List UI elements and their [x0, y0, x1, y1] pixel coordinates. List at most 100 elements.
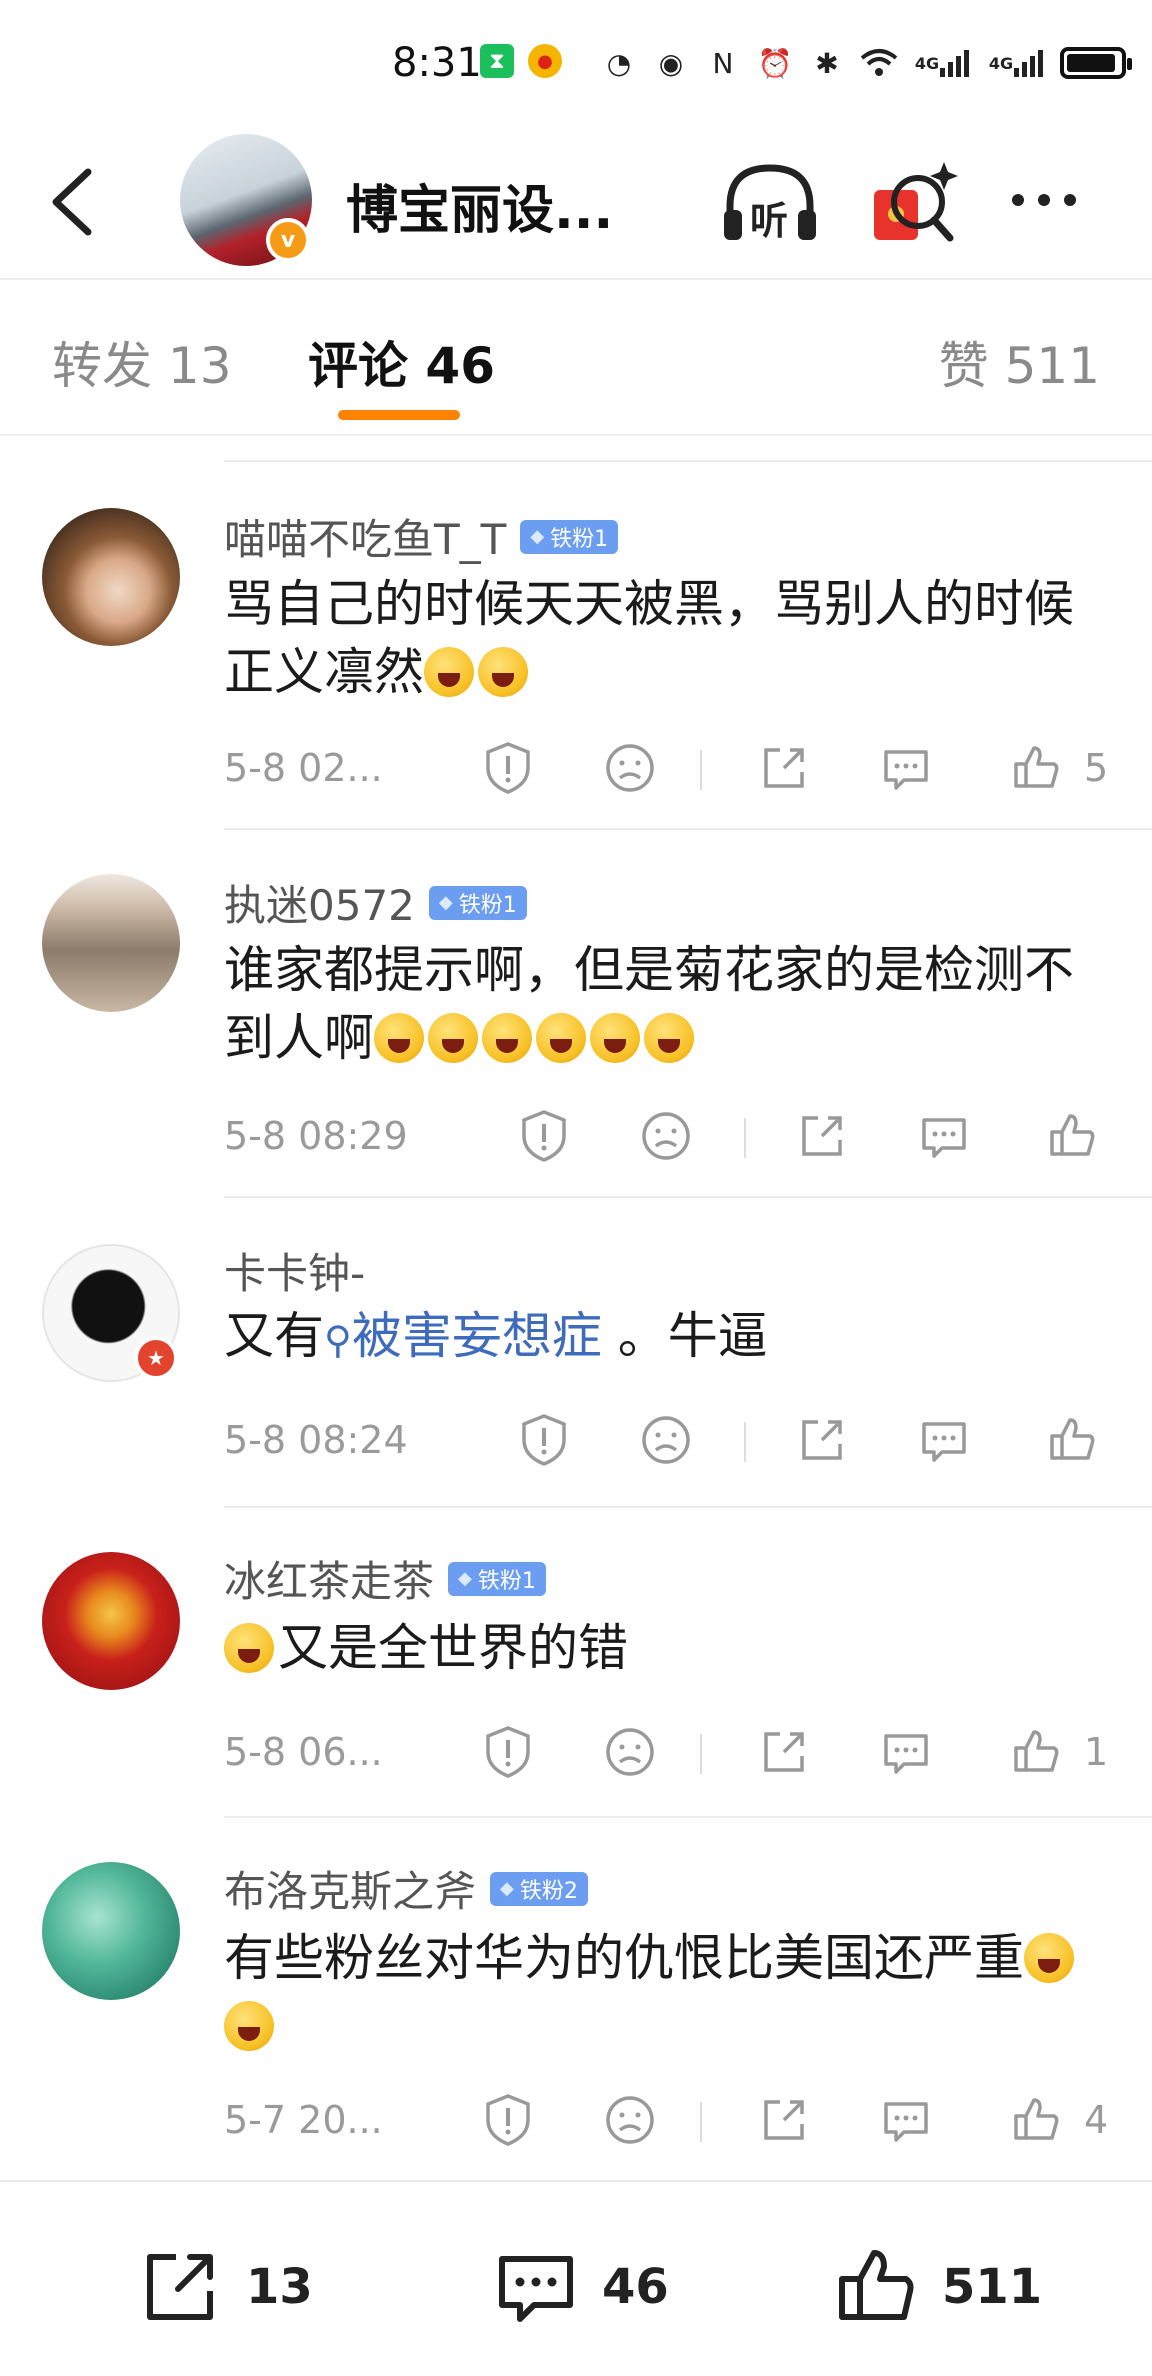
thumbs-up-icon [1014, 2098, 1059, 2140]
author-name[interactable]: 博宝丽设... [346, 168, 613, 243]
like-button[interactable] [1008, 2092, 1064, 2148]
comment-text: 有些粉丝对华为的仇恨比美国还严重 [224, 1924, 1104, 2060]
like-button[interactable] [1008, 740, 1064, 796]
dislike-button[interactable] [602, 1724, 658, 1780]
report-button[interactable] [516, 1412, 572, 1468]
topic-text: 被害妄想症 [351, 1307, 602, 1365]
comment-bubble-icon [884, 750, 928, 790]
laughing-crying-emoji-icon [644, 1013, 694, 1063]
dislike-button[interactable] [638, 1412, 694, 1468]
commenter-name[interactable]: 冰红茶走茶 [224, 1548, 434, 1609]
commenter-name-row: 执迷0572 铁粉1 [224, 872, 527, 933]
like-count: 511 [942, 2259, 1043, 2315]
listen-button[interactable]: 听 [720, 158, 820, 248]
comment-body: 有些粉丝对华为的仇恨比美国还严重 [224, 1929, 1024, 1987]
comment-bubble-icon [922, 1422, 966, 1462]
comment-count: 46 [602, 2259, 669, 2315]
like-button[interactable] [1044, 1108, 1100, 1164]
action-separator [700, 2102, 702, 2142]
dislike-button[interactable] [602, 2092, 658, 2148]
comment-text: 谁家都提示啊，但是菊花家的是检测不到人啊 [224, 936, 1104, 1072]
like-button[interactable] [1008, 1724, 1064, 1780]
comment-time: 5-7 20... [224, 2098, 383, 2142]
shield-alert-icon [486, 2094, 530, 2146]
share-icon [764, 1732, 804, 1772]
dislike-button[interactable] [638, 1108, 694, 1164]
share-button[interactable] [756, 740, 812, 796]
reply-button[interactable] [878, 2092, 934, 2148]
share-icon [147, 2254, 213, 2320]
fan-badge: 铁粉1 [448, 1561, 546, 1596]
reply-button[interactable] [916, 1412, 972, 1468]
commenter-name[interactable]: 布洛克斯之斧 [224, 1858, 476, 1919]
divider [224, 1506, 1152, 1508]
red-packet-search-button[interactable] [870, 156, 960, 250]
action-separator [744, 1118, 746, 1158]
comment-time: 5-8 08:24 [224, 1418, 408, 1462]
share-icon [802, 1116, 842, 1156]
share-button[interactable] [756, 1724, 812, 1780]
reply-button[interactable] [878, 740, 934, 796]
commenter-avatar[interactable] [42, 1862, 180, 2000]
share-button[interactable] [794, 1108, 850, 1164]
alarm-icon: ⏰ [757, 46, 793, 80]
sad-face-icon [606, 1728, 654, 1776]
report-button[interactable] [480, 2092, 536, 2148]
dot-icon [1012, 194, 1024, 206]
repost-button[interactable]: 13 [136, 2242, 313, 2332]
topic-link[interactable]: ⚲被害妄想症 [324, 1307, 602, 1365]
tab-repost[interactable]: 转发 13 [52, 326, 232, 398]
comment-time: 5-8 08:29 [224, 1114, 408, 1158]
divider [224, 1816, 1152, 1818]
more-options-button[interactable] [1012, 180, 1092, 220]
sad-face-icon [642, 1416, 690, 1464]
commenter-avatar[interactable] [42, 1552, 180, 1690]
thumbs-up-icon [1050, 1114, 1095, 1156]
crying-emoji-icon [424, 647, 474, 697]
commenter-avatar[interactable] [42, 508, 180, 646]
signal-icon-1: 4G [912, 44, 972, 82]
commenter-name[interactable]: 喵喵不吃鱼T_T [224, 506, 506, 567]
reply-button[interactable] [916, 1108, 972, 1164]
like-post-button[interactable]: 511 [832, 2242, 1042, 2332]
thumbs-up-icon [839, 2250, 914, 2320]
laughing-crying-emoji-icon [482, 1013, 532, 1063]
divider [224, 460, 1152, 462]
comment-actions: 5-7 20... 4 [224, 2092, 1124, 2152]
laughing-crying-emoji-icon [224, 2001, 274, 2051]
tab-likes[interactable]: 赞 511 [939, 326, 1100, 398]
comment-bubble-icon [884, 2102, 928, 2142]
commenter-name-row: 冰红茶走茶 铁粉1 [224, 1548, 546, 1609]
comment-actions: 5-8 08:29 [224, 1108, 1124, 1168]
shield-alert-icon [522, 1110, 566, 1162]
dislike-button[interactable] [602, 740, 658, 796]
shield-alert-icon [486, 742, 530, 794]
comment-actions: 5-8 08:24 [224, 1412, 1124, 1472]
signal-icon-2: 4G [986, 44, 1046, 82]
back-button[interactable] [44, 162, 104, 242]
commenter-name[interactable]: 卡卡钟- [224, 1240, 365, 1301]
eye-icon: ◉ [658, 46, 684, 80]
comment-bubble-icon [884, 1734, 928, 1774]
commenter-name[interactable]: 执迷0572 [224, 872, 415, 933]
status-system-icons: ◔ ◉ N ⏰ ✱ 4G 4G [600, 44, 1132, 82]
comment-body: 又有 [224, 1307, 324, 1365]
laughing-crying-emoji-icon [590, 1013, 640, 1063]
like-button[interactable] [1044, 1412, 1100, 1468]
reply-button[interactable] [878, 1724, 934, 1780]
nfc-icon: N [712, 46, 734, 80]
divider [224, 1196, 1152, 1198]
commenter-avatar[interactable] [42, 874, 180, 1012]
grinning-emoji-icon [224, 1623, 274, 1673]
report-button[interactable] [480, 1724, 536, 1780]
wifi-icon [860, 44, 898, 82]
share-button[interactable] [756, 2092, 812, 2148]
listen-label: 听 [750, 199, 789, 243]
share-icon [802, 1420, 842, 1460]
share-button[interactable] [794, 1412, 850, 1468]
report-button[interactable] [480, 740, 536, 796]
report-button[interactable] [516, 1108, 572, 1164]
comment-bubble-icon [499, 2256, 573, 2322]
comment-button[interactable]: 46 [492, 2242, 669, 2332]
thumbs-up-icon [1050, 1418, 1095, 1460]
